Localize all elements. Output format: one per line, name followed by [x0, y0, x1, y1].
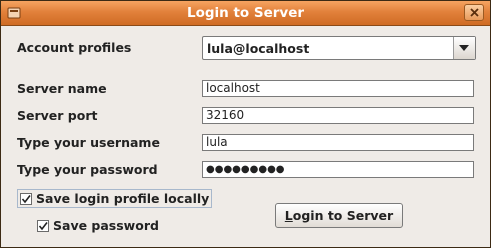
- dropdown-arrow-button[interactable]: [453, 37, 475, 59]
- close-icon: [470, 8, 479, 17]
- login-to-server-button[interactable]: Login to Server: [275, 203, 403, 228]
- close-button[interactable]: [464, 4, 484, 21]
- save-profile-label: Save login profile locally: [36, 191, 210, 206]
- server-name-label: Server name: [17, 81, 107, 96]
- server-port-input[interactable]: 32160: [202, 107, 474, 124]
- server-port-label: Server port: [17, 108, 98, 123]
- password-label: Type your password: [17, 162, 158, 177]
- save-password-checkbox[interactable]: [37, 219, 49, 232]
- save-profile-checkbox-row[interactable]: Save login profile locally: [17, 189, 213, 208]
- save-profile-checkbox[interactable]: [20, 192, 32, 205]
- save-password-label: Save password: [53, 218, 159, 233]
- window-title: Login to Server: [186, 5, 305, 21]
- selected-profile: lula@localhost: [207, 41, 310, 56]
- username-label: Type your username: [17, 135, 160, 150]
- save-password-checkbox-row[interactable]: Save password: [37, 218, 159, 233]
- server-name-input[interactable]: localhost: [202, 80, 474, 97]
- checkmark-icon: [38, 221, 48, 230]
- chevron-down-icon: [459, 45, 469, 51]
- password-input[interactable]: ●●●●●●●●●: [202, 161, 474, 178]
- login-button-label: Login to Server: [284, 208, 394, 223]
- username-input[interactable]: lula: [202, 134, 474, 151]
- account-profiles-dropdown[interactable]: lula@localhost: [202, 36, 476, 60]
- checkmark-icon: [21, 194, 31, 203]
- login-dialog: Login to Server Account profiles lula@lo…: [0, 0, 491, 248]
- title-bar[interactable]: Login to Server: [1, 1, 490, 26]
- account-profiles-label: Account profiles: [17, 40, 132, 55]
